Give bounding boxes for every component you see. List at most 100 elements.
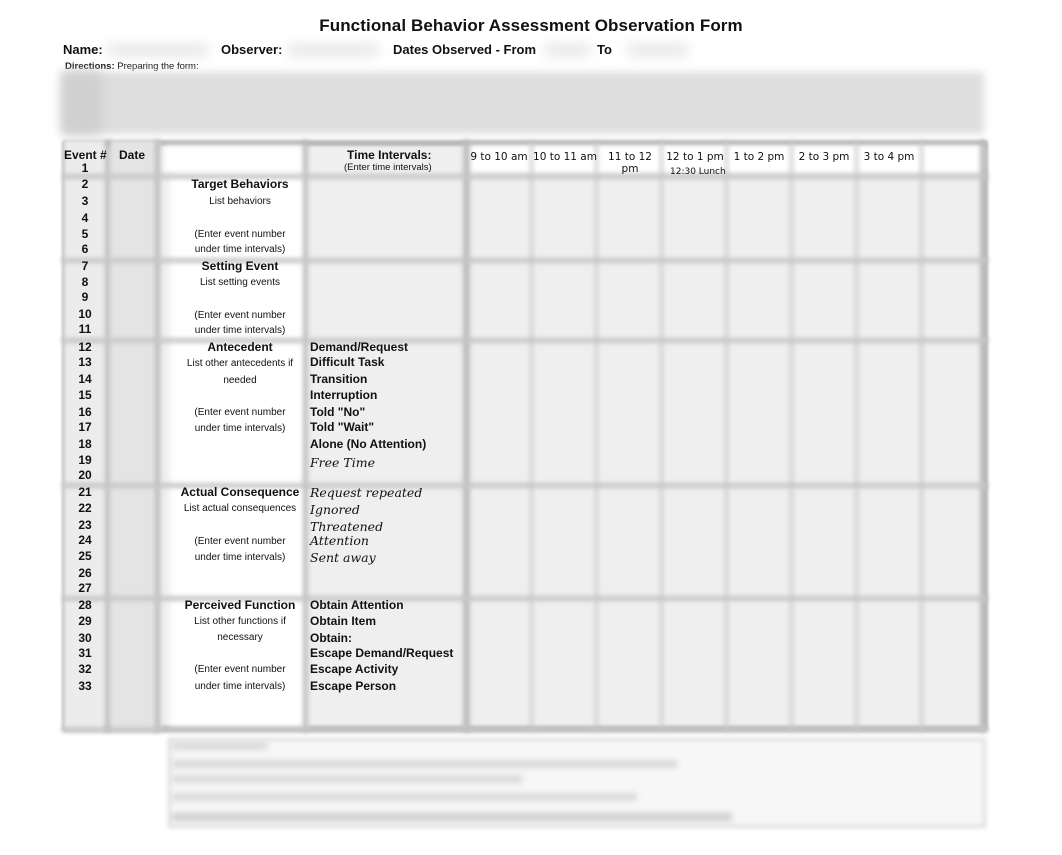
lunch-note: 12:30 Lunch xyxy=(670,167,726,177)
section-enter-note: under time intervals) xyxy=(194,325,286,336)
time-interval-header[interactable]: 2 to 3 pm xyxy=(793,151,855,163)
time-interval-header[interactable]: 10 to 11 am xyxy=(533,151,597,163)
function-option: Escape Person xyxy=(310,679,397,693)
consequence-option: Threatened xyxy=(310,519,384,534)
event-number: 14 xyxy=(78,372,92,386)
section-enter-note: under time intervals) xyxy=(194,423,286,434)
antecedent-option: Interruption xyxy=(310,388,378,402)
antecedent-option: Transition xyxy=(310,372,368,386)
consequence-option: Sent away xyxy=(310,550,376,565)
event-number: 10 xyxy=(78,307,92,321)
grid-vline xyxy=(595,140,598,732)
directions-body-redacted xyxy=(62,72,984,134)
section-title-perceived-function: Perceived Function xyxy=(184,598,296,612)
event-number: 31 xyxy=(78,646,92,660)
grid-vline xyxy=(725,140,728,732)
event-number: 7 xyxy=(81,259,89,273)
redacted-line xyxy=(172,742,267,750)
event-number: 30 xyxy=(78,631,92,645)
grid-vline xyxy=(855,140,858,732)
section-list-note: necessary xyxy=(217,632,263,643)
section-title-setting-event: Setting Event xyxy=(201,259,279,273)
event-number: 18 xyxy=(78,437,92,451)
redacted-line xyxy=(172,760,677,768)
event-number: 16 xyxy=(78,405,92,419)
function-option: Escape Demand/Request xyxy=(310,646,454,660)
section-list-note: List other antecedents if xyxy=(186,358,294,369)
section-list-note: List setting events xyxy=(199,277,281,288)
antecedent-option: Told "No" xyxy=(310,405,366,419)
redacted-line xyxy=(172,813,732,821)
event-number: 29 xyxy=(78,614,92,628)
observer-label: Observer: xyxy=(221,42,283,57)
function-option: Escape Activity xyxy=(310,662,399,676)
section-enter-note: (Enter event number xyxy=(194,229,286,240)
grid-vline xyxy=(660,140,663,732)
section-label-column xyxy=(170,172,306,727)
time-interval-header[interactable]: 3 to 4 pm xyxy=(858,151,920,163)
event-number: 23 xyxy=(78,518,92,532)
event-number: 13 xyxy=(78,355,92,369)
name-field[interactable] xyxy=(108,44,208,56)
section-list-note: needed xyxy=(223,375,257,386)
event-number: 5 xyxy=(81,227,89,241)
event-number: 2 xyxy=(81,177,89,191)
consequence-option: Attention xyxy=(310,533,369,548)
event-number: 15 xyxy=(78,388,92,402)
event-number: 21 xyxy=(78,485,92,499)
consequence-option: Ignored xyxy=(310,502,360,517)
event-number: 28 xyxy=(78,598,92,612)
event-number: 24 xyxy=(78,533,92,547)
grid-vline xyxy=(155,140,160,732)
observer-field[interactable] xyxy=(288,44,378,56)
dates-to-label: To xyxy=(597,42,612,57)
section-enter-note: under time intervals) xyxy=(194,552,286,563)
event-number: 22 xyxy=(78,501,92,515)
section-enter-note: under time intervals) xyxy=(194,244,286,255)
section-enter-note: (Enter event number xyxy=(194,664,286,675)
grid-vline xyxy=(463,140,470,732)
function-option: Obtain Attention xyxy=(310,598,404,612)
time-intervals-header: Time Intervals: xyxy=(347,148,432,162)
event-number: 1 xyxy=(81,161,89,175)
event-number: 32 xyxy=(78,662,92,676)
grid-vline xyxy=(790,140,793,732)
section-list-note: List actual consequences xyxy=(183,503,297,514)
time-interval-header[interactable]: 11 to 12 pm xyxy=(598,151,662,175)
grid-vline xyxy=(530,140,533,732)
event-number: 27 xyxy=(78,581,92,595)
section-enter-note: (Enter event number xyxy=(194,536,286,547)
dates-from-field[interactable] xyxy=(545,44,590,56)
time-interval-header[interactable]: 1 to 2 pm xyxy=(728,151,790,163)
section-title-target-behaviors: Target Behaviors xyxy=(191,177,289,191)
antecedent-option: Free Time xyxy=(310,455,376,470)
event-number-header: Event # xyxy=(64,148,107,162)
grid-vline xyxy=(920,140,923,732)
time-interval-header[interactable]: 12 to 1 pm xyxy=(663,151,727,163)
form-title: Functional Behavior Assessment Observati… xyxy=(319,16,743,35)
section-enter-note: (Enter event number xyxy=(194,407,286,418)
time-interval-header[interactable]: 9 to 10 am xyxy=(468,151,530,163)
blank-header-band xyxy=(164,146,304,172)
event-number: 33 xyxy=(78,679,92,693)
antecedent-option: Difficult Task xyxy=(310,355,385,369)
event-number: 12 xyxy=(78,340,92,354)
event-number: 20 xyxy=(78,468,92,482)
time-intervals-note: (Enter time intervals) xyxy=(344,162,432,173)
antecedent-option: Demand/Request xyxy=(310,340,409,354)
directions-text: Preparing the form: xyxy=(117,61,199,72)
redacted-line xyxy=(172,793,637,801)
date-header: Date xyxy=(119,148,146,162)
antecedent-option: Told "Wait" xyxy=(310,420,375,434)
event-number: 11 xyxy=(78,322,92,336)
grid-hline xyxy=(62,727,988,732)
redacted-line xyxy=(172,775,522,783)
name-label: Name: xyxy=(63,42,103,57)
section-title-antecedent: Antecedent xyxy=(207,340,273,354)
section-title-actual-consequence: Actual Consequence xyxy=(180,485,300,499)
directions: Directions: Preparing the form: xyxy=(65,61,199,72)
date-column[interactable] xyxy=(110,140,160,732)
section-list-note: List behaviors xyxy=(209,196,271,207)
dates-to-field[interactable] xyxy=(628,44,688,56)
event-number: 9 xyxy=(81,290,89,304)
